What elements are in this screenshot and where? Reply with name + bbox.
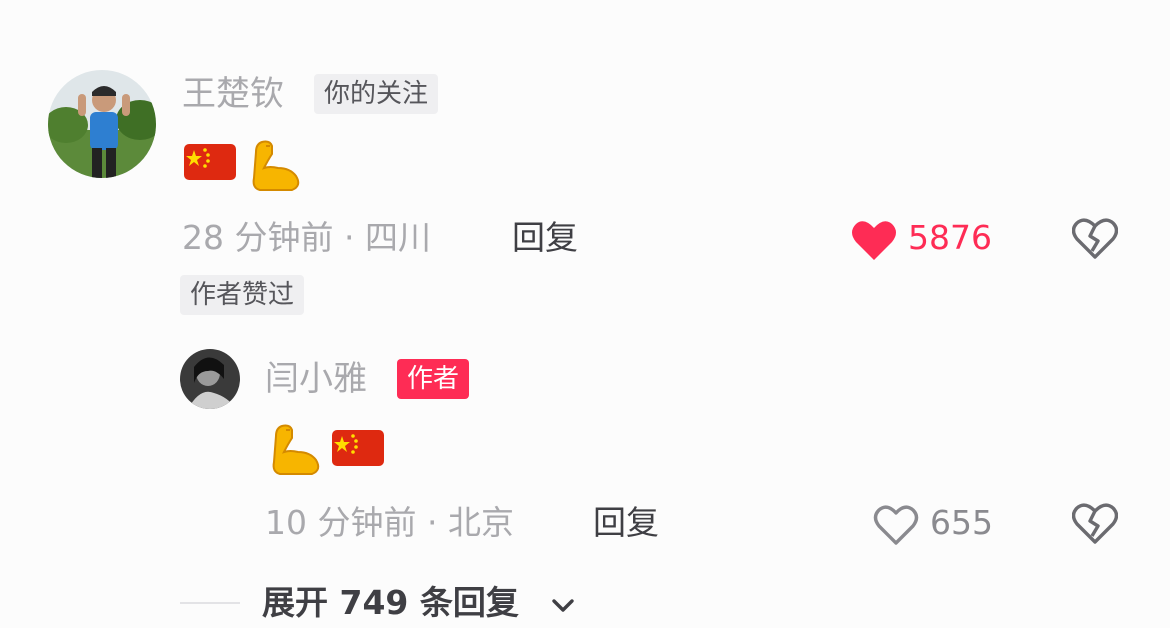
following-badge: 你的关注 bbox=[314, 74, 439, 114]
heart-outline-icon bbox=[873, 505, 919, 545]
expand-replies-button[interactable]: 展开 749 条回复 bbox=[262, 583, 592, 627]
reply-reply-button[interactable]: 回复 bbox=[593, 503, 659, 543]
commenter-name[interactable]: 王楚钦 bbox=[182, 74, 284, 114]
comment-reply-button[interactable]: 回复 bbox=[512, 218, 578, 258]
liked-by-author-badge: 作者赞过 bbox=[180, 275, 305, 315]
heart-filled-icon bbox=[852, 221, 896, 260]
author-badge: 作者 bbox=[397, 359, 470, 399]
china-flag-icon bbox=[332, 430, 384, 466]
comment-like-count: 5876 bbox=[908, 218, 992, 257]
china-flag-icon bbox=[184, 144, 236, 180]
reply-author-name[interactable]: 闫小雅 bbox=[265, 359, 367, 399]
comment-time-location: 28 分钟前 · 四川 bbox=[182, 218, 431, 257]
dislike-broken-heart-icon[interactable] bbox=[1072, 217, 1118, 259]
flexed-biceps-icon bbox=[272, 424, 320, 475]
chevron-down-icon bbox=[552, 599, 574, 612]
reply-like-button[interactable]: 655 bbox=[872, 499, 1012, 549]
commenter-avatar[interactable] bbox=[48, 70, 156, 178]
reply-time-location: 10 分钟前 · 北京 bbox=[265, 503, 514, 542]
reply-author-avatar[interactable] bbox=[180, 349, 240, 409]
flexed-biceps-icon bbox=[252, 140, 300, 191]
reply-body bbox=[268, 422, 468, 478]
dislike-broken-heart-icon[interactable] bbox=[1072, 502, 1118, 544]
reply-like-count: 655 bbox=[930, 503, 993, 542]
reply-author-avatar-image bbox=[180, 349, 240, 409]
expand-replies-label: 展开 749 条回复 bbox=[262, 583, 519, 622]
commenter-avatar-image bbox=[48, 70, 156, 178]
comment-body bbox=[184, 138, 384, 194]
expand-divider bbox=[180, 602, 240, 604]
comment-like-button[interactable]: 5876 bbox=[850, 214, 1010, 264]
